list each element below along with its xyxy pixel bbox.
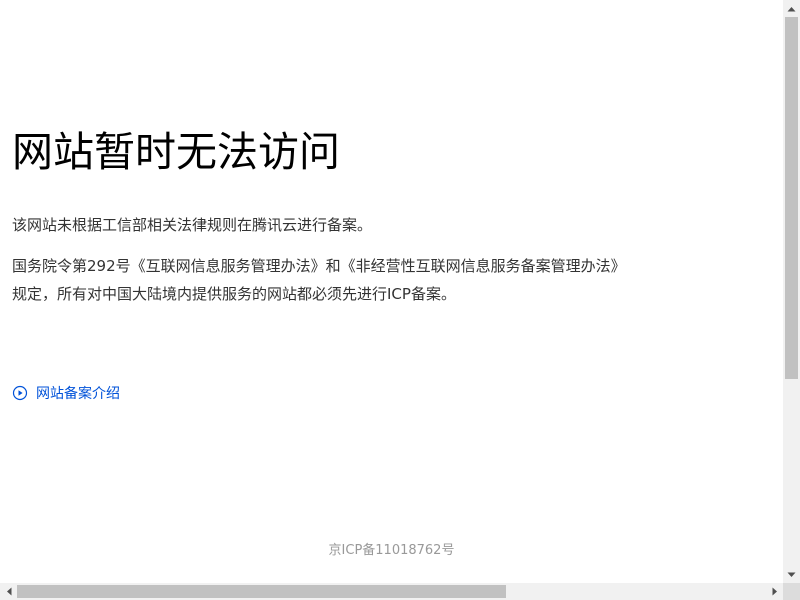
scroll-down-arrow-icon[interactable]	[783, 566, 800, 583]
play-circle-icon	[12, 385, 28, 401]
regulation-line-1: 国务院令第292号《互联网信息服务管理办法》和《非经营性互联网信息服务备案管理办…	[12, 257, 626, 275]
page-title: 网站暂时无法访问	[12, 128, 340, 176]
regulation-line-2: 规定，所有对中国大陆境内提供服务的网站都必须先进行ICP备案。	[12, 285, 456, 303]
filing-intro-label: 网站备案介绍	[36, 386, 120, 402]
horizontal-scroll-thumb[interactable]	[17, 585, 506, 598]
regulation-paragraph: 国务院令第292号《互联网信息服务管理办法》和《非经营性互联网信息服务备案管理办…	[12, 252, 626, 308]
page-viewport: 网站暂时无法访问 该网站未根据工信部相关法律规则在腾讯云进行备案。 国务院令第2…	[0, 0, 783, 583]
filing-intro-link[interactable]: 网站备案介绍	[12, 383, 120, 403]
scroll-right-arrow-icon[interactable]	[766, 583, 783, 600]
vertical-scrollbar[interactable]	[783, 0, 800, 583]
scrollbar-corner	[783, 583, 800, 600]
notice-paragraph: 该网站未根据工信部相关法律规则在腾讯云进行备案。	[12, 216, 373, 234]
scroll-up-arrow-icon[interactable]	[783, 0, 800, 17]
horizontal-scrollbar[interactable]	[0, 583, 783, 600]
vertical-scroll-thumb[interactable]	[785, 17, 798, 379]
icp-footer: 京ICP备11018762号	[328, 543, 455, 558]
scroll-left-arrow-icon[interactable]	[0, 583, 17, 600]
